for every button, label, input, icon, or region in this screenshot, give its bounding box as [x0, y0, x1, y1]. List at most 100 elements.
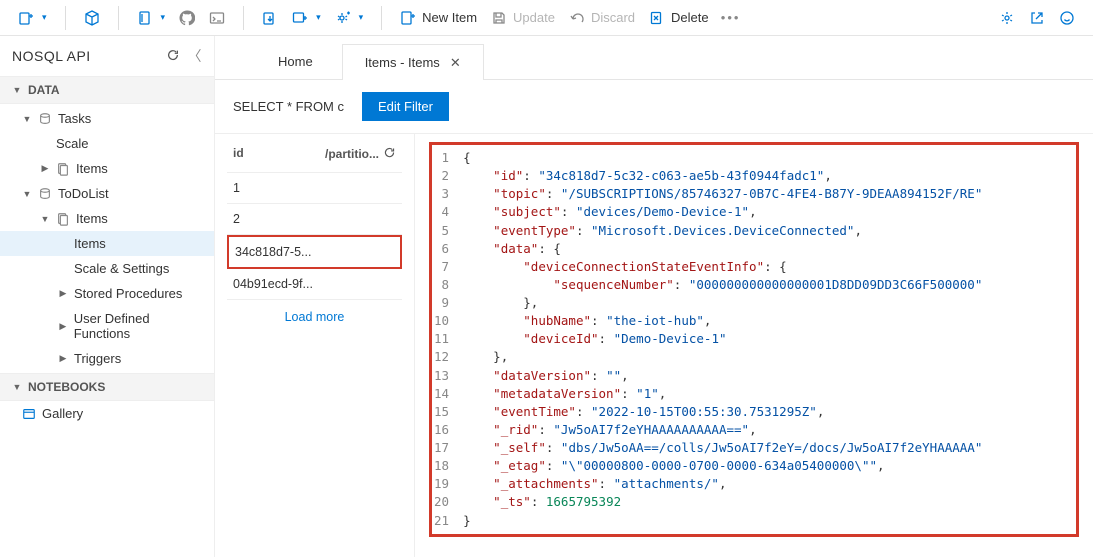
- split-pane: id /partitio... 1 2 34c818d7-5... 04b91e…: [215, 133, 1093, 557]
- chevron-down-icon: ▾: [359, 12, 364, 23]
- import-icon: [262, 10, 278, 26]
- cube-icon: [84, 10, 100, 26]
- new-sql-container-button[interactable]: ▾: [12, 4, 53, 32]
- item-list-header: id /partitio...: [227, 134, 402, 173]
- tab-label: Items - Items: [365, 55, 440, 70]
- tab-label: Home: [278, 54, 313, 69]
- section-notebooks[interactable]: ▼ NOTEBOOKS: [0, 373, 214, 401]
- new-item-icon: [400, 10, 416, 26]
- notebook-icon: [137, 10, 153, 26]
- close-icon[interactable]: ✕: [450, 55, 461, 71]
- smile-icon: [1059, 10, 1075, 26]
- new-item-label: New Item: [422, 10, 477, 25]
- sidebar-item-udf[interactable]: ▶ User Defined Functions: [0, 306, 214, 346]
- sidebar-header: NOSQL API 〈: [0, 36, 214, 76]
- refresh-icon[interactable]: [383, 146, 396, 162]
- api-title: NOSQL API: [12, 48, 91, 64]
- database-icon: [38, 112, 52, 126]
- database-icon: [38, 187, 52, 201]
- update-label: Update: [513, 10, 555, 25]
- open-external-button[interactable]: [1023, 4, 1051, 32]
- sidebar-item-label: User Defined Functions: [74, 311, 206, 341]
- sidebar-item-stored-procedures[interactable]: ▶ Stored Procedures: [0, 281, 214, 306]
- terminal-icon: [209, 10, 225, 26]
- sidebar-item-triggers[interactable]: ▶ Triggers: [0, 346, 214, 371]
- external-link-icon: [1029, 10, 1045, 26]
- list-item-id: 1: [233, 181, 240, 195]
- chevron-down-icon: ▼: [12, 382, 22, 392]
- gear-icon: [999, 10, 1015, 26]
- section-data[interactable]: ▼ DATA: [0, 76, 214, 104]
- sidebar-item-label: Triggers: [74, 351, 121, 366]
- data-tree: ▼ Tasks Scale ▶ Items ▼: [0, 104, 214, 373]
- cube-button[interactable]: [78, 4, 106, 32]
- col-partition: /partitio...: [325, 147, 379, 161]
- edit-filter-button[interactable]: Edit Filter: [362, 92, 449, 121]
- sidebar-item-label: Scale: [56, 136, 89, 151]
- tab-items[interactable]: Items - Items ✕: [342, 44, 484, 80]
- terminal-button[interactable]: [203, 4, 231, 32]
- sidebar-item-todolist-items[interactable]: ▼ Items: [0, 206, 214, 231]
- code-content[interactable]: { "id": "34c818d7-5c32-c063-ae5b-43f0944…: [463, 149, 1070, 530]
- list-item[interactable]: 04b91ecd-9f...: [227, 269, 402, 300]
- chevron-down-icon: ▾: [42, 12, 47, 23]
- sidebar-item-label: Stored Procedures: [74, 286, 182, 301]
- discard-button[interactable]: Discard: [563, 4, 641, 32]
- container-icon: [56, 212, 70, 226]
- line-gutter: 123456789101112131415161718192021: [434, 149, 455, 530]
- sidebar-item-items[interactable]: ▶ Items: [0, 156, 214, 181]
- refresh-icon[interactable]: [166, 48, 180, 65]
- container-icon: [56, 162, 70, 176]
- undo-icon: [569, 10, 585, 26]
- chevron-down-icon: ▼: [22, 189, 32, 199]
- collapse-sidebar-icon[interactable]: 〈: [188, 46, 203, 66]
- item-list: id /partitio... 1 2 34c818d7-5... 04b91e…: [215, 134, 415, 557]
- notebook-button[interactable]: ▾: [131, 4, 172, 32]
- sidebar-item-tasks[interactable]: ▼ Tasks: [0, 106, 214, 131]
- sidebar-item-label: Scale & Settings: [74, 261, 169, 276]
- settings-gear-button[interactable]: ▾: [329, 4, 370, 32]
- settings-button[interactable]: [993, 4, 1021, 32]
- github-button[interactable]: [173, 4, 201, 32]
- feedback-button[interactable]: [1053, 4, 1081, 32]
- update-button[interactable]: Update: [485, 4, 561, 32]
- load-more-button[interactable]: Load more: [227, 300, 402, 334]
- discard-label: Discard: [591, 10, 635, 25]
- sidebar-item-label: Gallery: [42, 406, 83, 421]
- section-data-label: DATA: [28, 83, 60, 97]
- sidebar-item-scale-settings[interactable]: Scale & Settings: [0, 256, 214, 281]
- json-editor[interactable]: 123456789101112131415161718192021 { "id"…: [415, 134, 1093, 557]
- list-item-id: 2: [233, 212, 240, 226]
- tab-home[interactable]: Home: [255, 43, 336, 79]
- chevron-right-icon: ▶: [58, 353, 68, 364]
- gallery-icon: [22, 407, 36, 421]
- top-toolbar: ▾ ▾: [0, 0, 1093, 36]
- sidebar-item-items-leaf[interactable]: Items: [0, 231, 214, 256]
- new-item-button[interactable]: New Item: [394, 4, 483, 32]
- github-icon: [179, 10, 195, 26]
- sidebar-item-scale[interactable]: Scale: [0, 131, 214, 156]
- gear-plus-icon: [335, 10, 351, 26]
- chevron-right-icon: ▶: [58, 321, 68, 332]
- section-notebooks-label: NOTEBOOKS: [28, 380, 105, 394]
- col-id: id: [233, 146, 244, 162]
- add-container-button[interactable]: ▾: [286, 4, 327, 32]
- delete-button[interactable]: Delete: [643, 4, 715, 32]
- sidebar-item-gallery[interactable]: Gallery: [0, 401, 214, 426]
- list-item[interactable]: 1: [227, 173, 402, 204]
- more-button[interactable]: •••: [717, 4, 745, 32]
- container-plus-icon: [292, 10, 308, 26]
- sidebar-item-todolist[interactable]: ▼ ToDoList: [0, 181, 214, 206]
- list-item[interactable]: 2: [227, 204, 402, 235]
- ellipsis-icon: •••: [723, 10, 739, 26]
- delete-icon: [649, 10, 665, 26]
- sidebar-item-label: Tasks: [58, 111, 91, 126]
- sidebar: NOSQL API 〈 ▼ DATA ▼ Tasks Scale: [0, 36, 215, 557]
- list-item[interactable]: 34c818d7-5...: [227, 235, 402, 269]
- import-button[interactable]: [256, 4, 284, 32]
- chevron-right-icon: ▶: [58, 288, 68, 299]
- chevron-down-icon: ▾: [316, 12, 321, 23]
- query-text: SELECT * FROM c: [233, 99, 344, 114]
- filter-bar: SELECT * FROM c Edit Filter: [215, 80, 1093, 133]
- chevron-down-icon: ▾: [161, 12, 166, 23]
